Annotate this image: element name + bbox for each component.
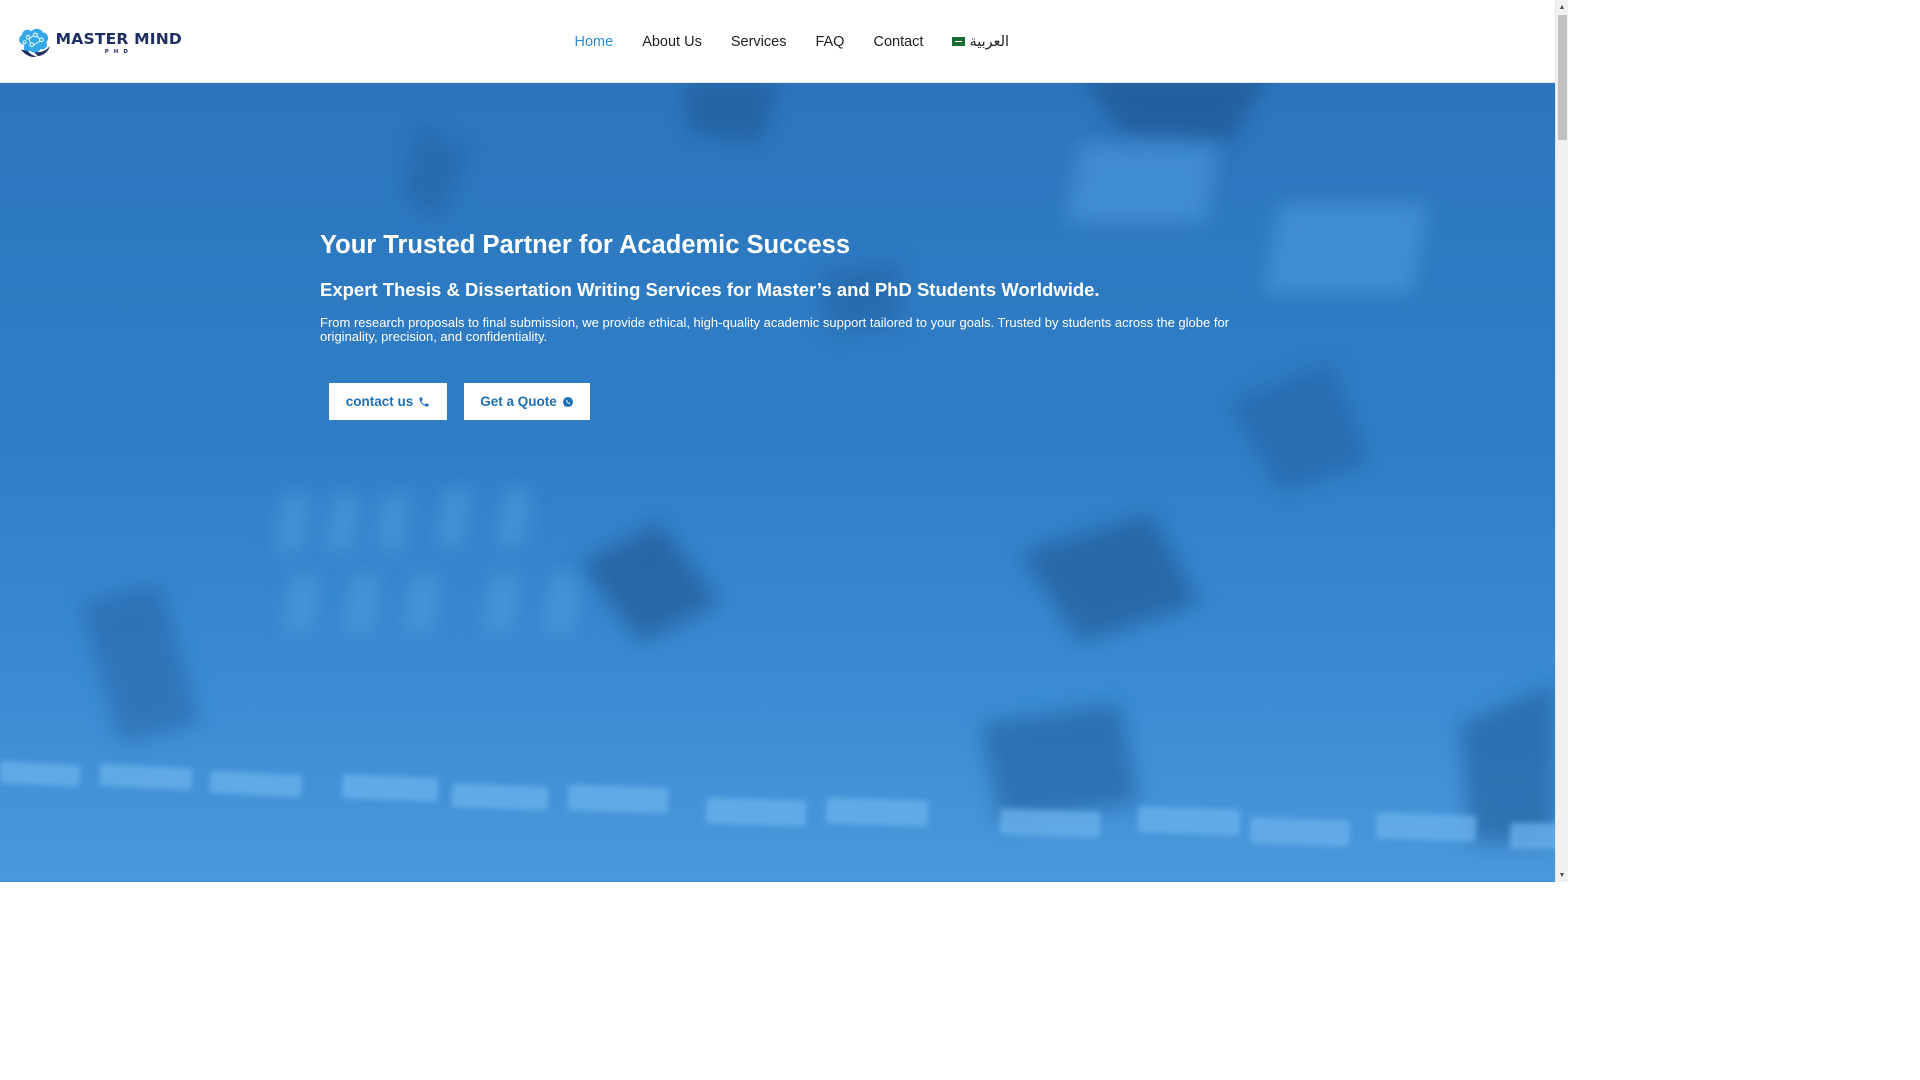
main-navigation: Home About Us Services FAQ Contact العرب…	[560, 0, 1024, 83]
logo-wordmark: MASTER MIND PHD	[56, 30, 182, 55]
scroll-up-arrow-icon[interactable]: ▲	[1556, 0, 1568, 14]
brain-logo-icon	[19, 28, 51, 58]
nav-item-about-us-label: About Us	[642, 33, 702, 50]
get-a-quote-button[interactable]: Get a Quote	[464, 383, 590, 420]
site-header: MASTER MIND PHD Home About Us Services F…	[0, 0, 1555, 83]
nav-item-contact-label: Contact	[873, 33, 924, 50]
scrollbar-thumb[interactable]	[1558, 15, 1567, 140]
logo-subtitle: PHD	[104, 49, 133, 55]
nav-item-home[interactable]: Home	[560, 34, 628, 50]
nav-item-faq[interactable]: FAQ	[801, 34, 859, 50]
saudi-flag-icon	[952, 37, 966, 46]
nav-item-about-us[interactable]: About Us	[628, 34, 717, 50]
nav-item-services-label: Services	[730, 33, 787, 50]
hero-subtitle: Expert Thesis & Dissertation Writing Ser…	[320, 279, 1100, 300]
logo-word-master: MASTER	[55, 30, 129, 48]
nav-item-services[interactable]: Services	[716, 34, 801, 50]
contact-us-button[interactable]: contact us	[329, 383, 447, 420]
nav-item-home-label: Home	[574, 33, 614, 50]
hero-title: Your Trusted Partner for Academic Succes…	[320, 231, 851, 259]
get-a-quote-button-label: Get a Quote	[480, 394, 557, 409]
hero-section: Your Trusted Partner for Academic Succes…	[0, 83, 1555, 882]
nav-item-arabic-language[interactable]: العربية	[938, 34, 1024, 50]
logo-word-mind: MIND	[134, 30, 182, 48]
hero-description: From research proposals to final submiss…	[320, 315, 1230, 344]
hero-background-image	[0, 83, 1555, 849]
page-scrollbar[interactable]: ▲ ▼	[1555, 0, 1568, 882]
whatsapp-icon	[562, 396, 573, 407]
scroll-down-arrow-icon[interactable]: ▼	[1556, 868, 1568, 882]
nav-item-faq-label: FAQ	[815, 33, 845, 50]
nav-item-arabic-label: العربية	[969, 33, 1010, 50]
phone-icon	[419, 397, 429, 406]
site-logo[interactable]: MASTER MIND PHD	[16, 16, 182, 69]
contact-us-button-label: contact us	[345, 394, 414, 409]
nav-item-contact[interactable]: Contact	[859, 34, 938, 50]
